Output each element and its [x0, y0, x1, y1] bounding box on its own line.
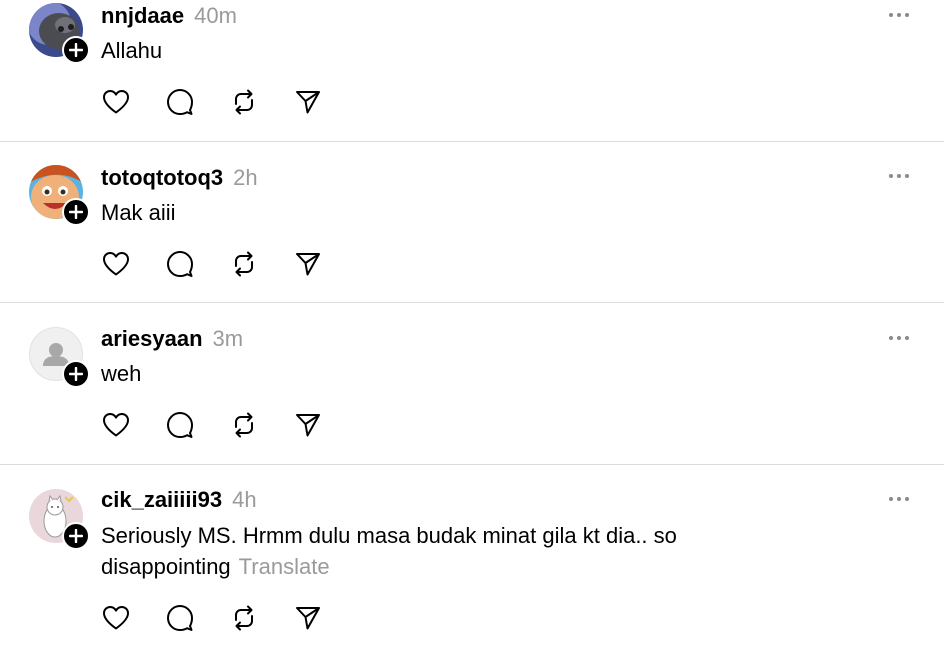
heart-icon[interactable]: [101, 87, 131, 117]
comment-bubble-icon[interactable]: [165, 87, 195, 117]
follow-plus-icon[interactable]: [62, 198, 90, 226]
comment-bubble-icon[interactable]: [165, 603, 195, 633]
post-header: totoqtotoq3 2h: [101, 165, 258, 191]
post-actions: [101, 249, 357, 279]
username[interactable]: cik_zaiiiii93: [101, 487, 222, 513]
heart-icon[interactable]: [101, 249, 131, 279]
more-dots-icon[interactable]: [889, 332, 911, 344]
username[interactable]: nnjdaae: [101, 3, 184, 29]
follow-plus-icon[interactable]: [62, 36, 90, 64]
post-header: ariesyaan 3m: [101, 326, 243, 352]
post-text-content: weh: [101, 361, 142, 386]
avatar[interactable]: [29, 327, 90, 388]
translate-link[interactable]: Translate: [239, 554, 330, 579]
repost-icon[interactable]: [229, 603, 259, 633]
avatar[interactable]: [29, 3, 90, 64]
post-actions: [101, 410, 357, 440]
avatar[interactable]: [29, 489, 90, 550]
post-text-content: Allahu: [101, 38, 163, 63]
replies-feed: nnjdaae 40m Allahu totoqtotoq3 2h Mak ai…: [0, 0, 944, 650]
more-dots-icon[interactable]: [889, 170, 911, 182]
send-icon[interactable]: [293, 603, 323, 633]
post-text-content: Mak aiii: [101, 200, 176, 225]
more-dots-icon[interactable]: [889, 9, 911, 21]
heart-icon[interactable]: [101, 603, 131, 633]
username[interactable]: ariesyaan: [101, 326, 203, 352]
comment-bubble-icon[interactable]: [165, 410, 195, 440]
post-text: weh: [101, 358, 741, 389]
post-text: Mak aiii: [101, 197, 741, 228]
send-icon[interactable]: [293, 410, 323, 440]
follow-plus-icon[interactable]: [62, 522, 90, 550]
username[interactable]: totoqtotoq3: [101, 165, 223, 191]
follow-plus-icon[interactable]: [62, 360, 90, 388]
divider: [0, 464, 944, 465]
post-text-content: Seriously MS. Hrmm dulu masa budak minat…: [101, 523, 677, 579]
timestamp: 4h: [232, 487, 257, 512]
post-header: cik_zaiiiii93 4h: [101, 487, 257, 513]
comment-bubble-icon[interactable]: [165, 249, 195, 279]
post-actions: [101, 603, 357, 633]
post-actions: [101, 87, 357, 117]
repost-icon[interactable]: [229, 410, 259, 440]
send-icon[interactable]: [293, 249, 323, 279]
send-icon[interactable]: [293, 87, 323, 117]
more-dots-icon[interactable]: [889, 493, 911, 505]
heart-icon[interactable]: [101, 410, 131, 440]
avatar[interactable]: [29, 165, 90, 226]
divider: [0, 141, 944, 142]
timestamp: 3m: [212, 326, 244, 351]
repost-icon[interactable]: [229, 87, 259, 117]
post-text: Allahu: [101, 35, 741, 66]
divider: [0, 302, 944, 303]
post-header: nnjdaae 40m: [101, 3, 237, 29]
repost-icon[interactable]: [229, 249, 259, 279]
post-text: Seriously MS. Hrmm dulu masa budak minat…: [101, 520, 741, 582]
timestamp: 40m: [194, 3, 237, 28]
timestamp: 2h: [233, 165, 258, 190]
